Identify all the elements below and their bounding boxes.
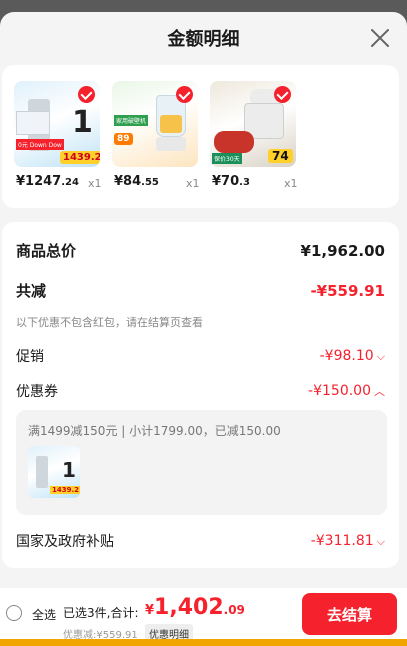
coupon-detail-text: 满1499减150元 | 小计1799.00，已减150.00 <box>28 424 281 438</box>
product-price: ¥1247.24 <box>16 174 79 189</box>
product-item[interactable]: 家用破壁机 89 ¥84.55 x1 <box>112 81 200 190</box>
goods-total-label: 商品总价 <box>16 242 77 260</box>
promo-value: -¥98.10 <box>319 348 374 364</box>
product-quantity: x1 <box>284 177 298 190</box>
goods-total-value: ¥1,962.00 <box>300 241 385 260</box>
product-badge-price: 89 <box>114 133 133 145</box>
chevron-down-icon[interactable]: ⌵ <box>377 350 385 363</box>
goods-total-row: 商品总价 ¥1,962.00 <box>16 240 385 261</box>
product-badge-text: 保价30天 <box>212 153 242 164</box>
product-image[interactable]: 保价30天 74 <box>210 81 296 167</box>
selected-check-icon <box>274 86 291 103</box>
chevron-up-icon[interactable]: ︿ <box>374 385 385 398</box>
subsidy-value-group: -¥311.81 ⌵ <box>311 533 385 549</box>
product-badge-text: 0元 Down Dow <box>16 139 64 150</box>
sheet-title: 金额明细 <box>167 29 240 50</box>
promo-row[interactable]: 促销 -¥98.10 ⌵ <box>16 346 385 366</box>
reduce-note: 以下优惠不包含红包，请在结算页查看 <box>16 316 203 329</box>
subsidy-row[interactable]: 国家及政府补贴 -¥311.81 ⌵ <box>16 531 385 551</box>
product-price: ¥84.55 <box>114 174 159 189</box>
coupon-value: -¥150.00 <box>308 383 371 399</box>
product-quantity: x1 <box>88 177 102 190</box>
product-quantity: x1 <box>186 177 200 190</box>
checkout-button[interactable]: 去结算 <box>302 593 397 635</box>
selected-summary: 已选3件,合计: <box>63 606 139 620</box>
chevron-down-icon[interactable]: ⌵ <box>377 535 385 548</box>
coupon-detail-box: 满1499减150元 | 小计1799.00，已减150.00 1 1439.2 <box>16 410 387 515</box>
subsidy-label: 国家及政府补贴 <box>16 534 114 550</box>
product-item[interactable]: 1 0元 Down Dow 1439.2 ¥1247.24 x1 <box>14 81 102 190</box>
reduce-value: -¥559.91 <box>310 281 385 300</box>
total-amount: ¥1,402.09 <box>145 595 245 620</box>
coupon-product-image[interactable]: 1 1439.2 <box>28 446 80 498</box>
products-card: 1 0元 Down Dow 1439.2 ¥1247.24 x1 家用破壁机 8… <box>2 65 399 208</box>
coupon-row[interactable]: 优惠券 -¥150.00 ︿ <box>16 381 385 401</box>
promo-label: 促销 <box>16 349 44 365</box>
product-badge-price: 1439.2 <box>60 151 100 164</box>
coupon-label: 优惠券 <box>16 384 58 400</box>
product-image[interactable]: 家用破壁机 89 <box>112 81 198 167</box>
coupon-product-big-number: 1 <box>62 458 76 482</box>
select-all-label[interactable]: 全选 <box>32 606 56 623</box>
checkout-bar: 全选 已选3件,合计: ¥1,402.09 优惠减:¥559.91 优惠明细 去… <box>0 588 407 646</box>
close-icon[interactable] <box>369 27 391 49</box>
bottom-tab-strip <box>0 639 407 646</box>
price-breakdown-card: 商品总价 ¥1,962.00 共减 -¥559.91 以下优惠不包含红包，请在结… <box>2 222 399 568</box>
product-badge-text: 家用破壁机 <box>114 115 149 126</box>
product-item[interactable]: 保价30天 74 ¥70.3 x1 <box>210 81 298 190</box>
product-price: ¥70.3 <box>212 174 250 189</box>
sheet-header: 金额明细 <box>0 12 407 64</box>
coupon-product-price-badge: 1439.2 <box>50 486 80 494</box>
coupon-value-group: -¥150.00 ︿ <box>308 383 385 399</box>
reduce-label: 共减 <box>16 282 47 300</box>
product-image[interactable]: 1 0元 Down Dow 1439.2 <box>14 81 100 167</box>
amount-detail-sheet: 金额明细 1 0元 Down Dow 1439.2 ¥1247.24 x1 家用… <box>0 12 407 646</box>
subsidy-value: -¥311.81 <box>310 533 374 549</box>
product-badge-price: 74 <box>268 149 293 163</box>
reduce-row: 共减 -¥559.91 <box>16 280 385 301</box>
selected-check-icon <box>176 86 193 103</box>
selected-check-icon <box>78 86 95 103</box>
product-big-number: 1 <box>72 105 93 140</box>
product-list: 1 0元 Down Dow 1439.2 ¥1247.24 x1 家用破壁机 8… <box>14 81 298 190</box>
select-all-radio[interactable] <box>6 605 22 621</box>
promo-value-group: -¥98.10 ⌵ <box>320 348 385 364</box>
